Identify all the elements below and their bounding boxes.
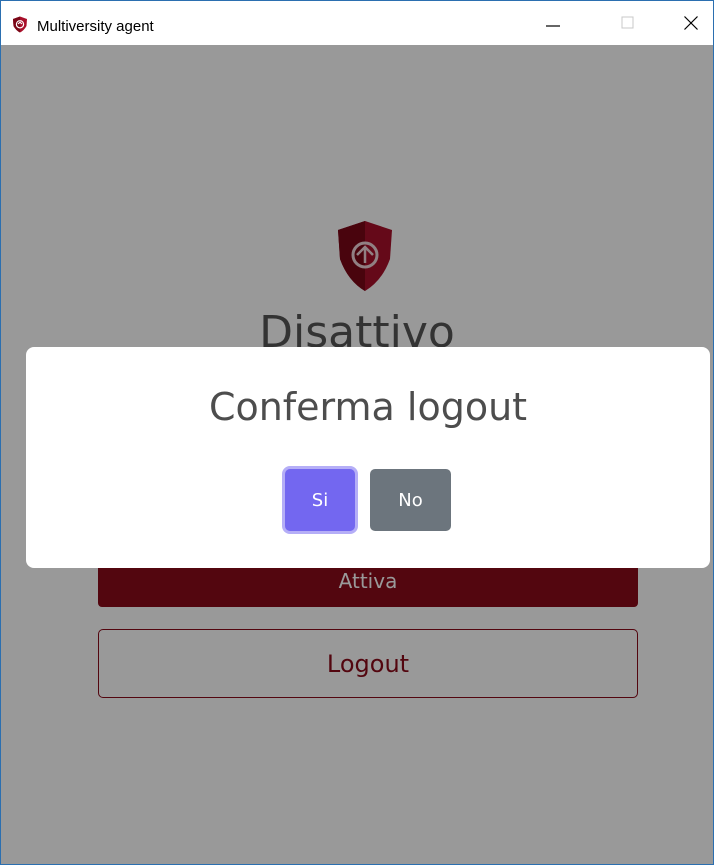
confirm-yes-button[interactable]: Si bbox=[285, 469, 355, 531]
app-window: Multiversity agent Disattivo Attiva Logo… bbox=[0, 0, 714, 865]
shield-logo-icon bbox=[13, 16, 27, 33]
close-button[interactable] bbox=[668, 1, 713, 45]
confirm-logout-dialog: Conferma logout Si No bbox=[26, 347, 710, 568]
dialog-title: Conferma logout bbox=[208, 385, 528, 429]
main-content: Disattivo Attiva Logout Conferma logout … bbox=[1, 45, 713, 864]
close-icon bbox=[684, 16, 698, 30]
minimize-icon bbox=[546, 25, 560, 27]
window-title: Multiversity agent bbox=[37, 18, 154, 35]
confirm-no-button[interactable]: No bbox=[370, 469, 451, 531]
maximize-button[interactable] bbox=[605, 1, 651, 45]
minimize-button[interactable] bbox=[530, 1, 576, 45]
maximize-icon bbox=[621, 16, 634, 29]
title-bar[interactable]: Multiversity agent bbox=[1, 1, 713, 45]
